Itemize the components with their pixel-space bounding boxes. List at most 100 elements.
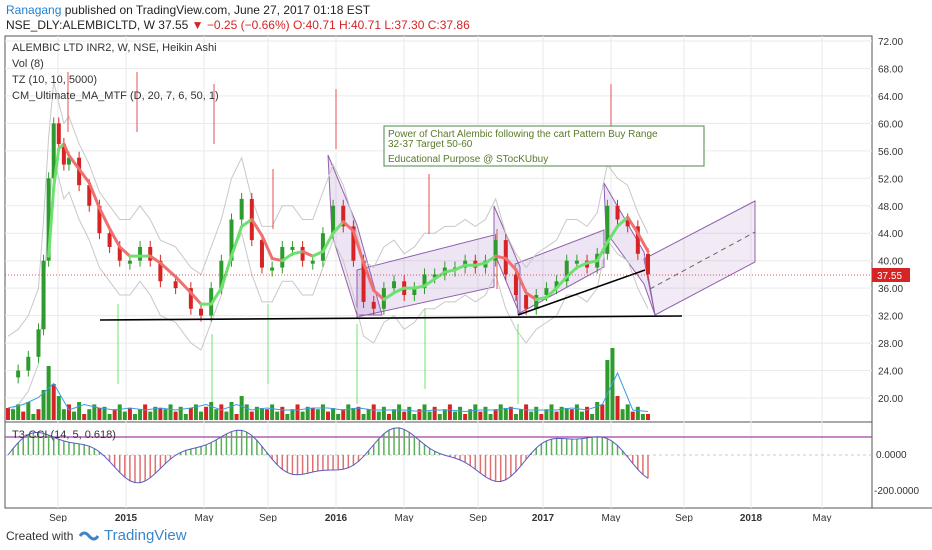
price-chart[interactable]: 72.00 68.00 64.00 60.00 56.00 52.00 48.00 44.00…: [0, 34, 932, 522]
y-tick-11: 28.00: [878, 339, 903, 350]
candle-19: [173, 281, 178, 289]
volume-bar-0: [6, 408, 10, 420]
candle-27: [259, 240, 264, 268]
y-tick-0: 72.00: [878, 37, 903, 48]
candle-28: [270, 267, 275, 271]
x-tick-7: 2017: [532, 513, 555, 522]
volume-bar-4: [26, 402, 31, 420]
candle-2: [26, 356, 31, 371]
volume-bar-101: [519, 409, 524, 420]
author-link[interactable]: Ranagang: [6, 3, 61, 17]
volume-bar-115: [590, 414, 595, 420]
volume-bar-66: [341, 409, 346, 420]
volume-bar-35: [183, 414, 188, 420]
volume-bar-33: [173, 411, 178, 420]
volume-bar-65: [336, 414, 341, 420]
volume-bar-16: [87, 409, 92, 420]
candle-29: [280, 246, 285, 268]
y-tick-4: 56.00: [878, 147, 903, 158]
volume-bar-117: [600, 404, 605, 420]
envelope-upper: [7, 82, 649, 337]
volume-bar-1: [11, 409, 16, 420]
symbol-text: NSE_DLY:ALEMBICLTD, W: [6, 18, 155, 32]
volume-bar-84: [432, 406, 437, 420]
volume-bar-100: [513, 414, 518, 420]
volume-bar-69: [356, 406, 361, 420]
indicator-legend: ALEMBIC LTD INR2, W, NSE, Heikin Ashi Vo…: [12, 42, 219, 102]
legend-tz[interactable]: TZ (10, 10, 5000): [12, 74, 97, 86]
volume-bar-93: [478, 411, 483, 420]
volume-bar-2: [16, 404, 21, 420]
volume-bar-54: [280, 406, 285, 420]
x-tick-5: May: [395, 513, 414, 522]
volume-bar-55: [285, 414, 290, 420]
volume-bar-63: [326, 411, 330, 420]
volume-bar-36: [188, 408, 193, 420]
volume-bar-60: [310, 408, 315, 420]
volume-bar-110: [564, 408, 569, 420]
candle-1: [16, 370, 21, 378]
x-axis-ticks: Sep 2015 May Sep 2016 May Sep 2017 May Sep 2018 May: [49, 513, 831, 522]
x-tick-6: Sep: [469, 513, 487, 522]
volume-bar-104: [534, 406, 539, 420]
y-tick-5: 52.00: [878, 174, 903, 185]
volume-bar-80: [412, 414, 417, 420]
candle-15: [127, 260, 132, 264]
volume-bar-24: [127, 408, 132, 420]
x-tick-10: 2018: [740, 513, 763, 522]
volume-bar-9: [51, 384, 56, 420]
volume-bar-120: [615, 396, 620, 420]
candle-4: [41, 260, 46, 330]
volume-bar-32: [168, 404, 173, 420]
annotation-line-3: Educational Purpose @ STocKUbuy: [388, 154, 548, 165]
x-tick-9: Sep: [675, 513, 693, 522]
volume-bar-64: [331, 408, 336, 420]
legend-volume[interactable]: Vol (8): [12, 58, 44, 70]
y-tick-3: 60.00: [878, 119, 903, 130]
volume-bar-77: [397, 404, 402, 420]
tradingview-brand[interactable]: TradingView: [104, 527, 187, 544]
support-trendline: [99, 315, 683, 321]
volume-bar-90: [463, 414, 468, 420]
volume-bar-46: [239, 396, 244, 420]
volume-bar-96: [493, 409, 498, 420]
volume-bar-25: [132, 414, 137, 420]
candle-30: [290, 246, 295, 250]
volume-bar-106: [544, 409, 549, 420]
volume-bar-42: [219, 404, 224, 420]
annotation-line-2: 32-37 Target 50-60: [388, 139, 473, 150]
volume-bar-18: [97, 408, 102, 420]
price-tag: 37.55: [872, 268, 910, 282]
published-text: published on TradingView.com, June 27, 2…: [64, 3, 371, 17]
volume-bar-81: [417, 409, 422, 420]
volume-bar-58: [300, 411, 305, 420]
volume-bar-82: [422, 404, 427, 420]
volume-bar-26: [138, 409, 143, 420]
candle-53: [524, 295, 529, 309]
volume-bar-8: [46, 366, 51, 420]
volume-bar-14: [77, 402, 82, 420]
volume-bar-57: [295, 404, 300, 420]
volume-bar-94: [483, 406, 488, 420]
price-change: −0.25 (−0.66%): [206, 18, 290, 32]
down-arrow-icon: ▼: [191, 18, 204, 32]
cci-legend[interactable]: T3-CCI (14, 5, 0.618): [12, 429, 116, 441]
volume-bar-21: [112, 409, 117, 420]
annotation-box[interactable]: Power of Chart Alembic following the car…: [383, 125, 705, 167]
volume-bar-76: [392, 409, 397, 420]
legend-ma[interactable]: CM_Ultimate_MA_MTF (D, 20, 7, 6, 50, 1): [12, 90, 219, 102]
volume-bar-62: [320, 404, 325, 420]
volume-bar-50: [259, 408, 264, 420]
volume-bar-124: [635, 406, 640, 420]
candle-25: [239, 198, 244, 220]
volume-bar-5: [31, 414, 36, 420]
legend-series[interactable]: ALEMBIC LTD INR2, W, NSE, Heikin Ashi: [12, 42, 217, 54]
volume-bar-126: [646, 414, 650, 420]
volume-bar-75: [386, 414, 391, 420]
volume-bar-3: [21, 411, 26, 420]
candle-40: [392, 281, 397, 289]
volume-bar-123: [630, 411, 635, 420]
volume-bar-97: [498, 404, 503, 420]
volume-bar-72: [371, 404, 376, 420]
candle-32: [310, 260, 315, 264]
